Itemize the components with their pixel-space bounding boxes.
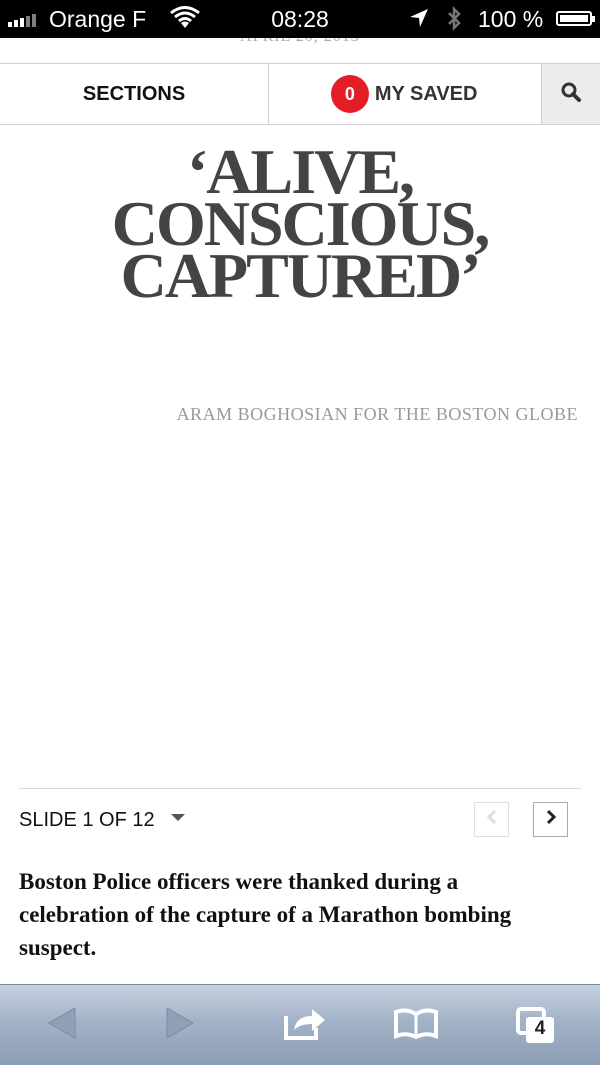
next-slide-button[interactable]	[533, 802, 568, 837]
article-date: APRIL 20, 2013	[0, 38, 600, 46]
bluetooth-icon	[444, 5, 464, 39]
back-button[interactable]	[40, 1005, 84, 1045]
tabs-count: 4	[534, 1018, 546, 1039]
back-arrow-icon	[45, 1005, 79, 1046]
battery-percent: 100 %	[478, 6, 544, 32]
slide-caption: Boston Police officers were thanked duri…	[19, 869, 512, 960]
slide-counter-label: SLIDE 1 OF 12	[19, 809, 155, 831]
sections-label: SECTIONS	[82, 82, 186, 105]
my-saved-label: MY SAVED	[374, 82, 478, 105]
my-saved-button[interactable]: 0 MY SAVED	[269, 64, 541, 124]
previous-slide-button[interactable]	[474, 802, 509, 837]
caret-down-icon	[170, 814, 185, 821]
saved-count-badge: 0	[332, 77, 367, 111]
chevron-right-icon	[545, 809, 557, 830]
browser-toolbar: 4	[0, 984, 600, 1065]
forward-arrow-icon	[163, 1005, 197, 1046]
search-icon	[560, 81, 582, 108]
slide-selector[interactable]: SLIDE 1 OF 12	[19, 809, 185, 832]
search-button[interactable]	[541, 64, 600, 124]
headline-line: CAPTURED’	[120, 240, 482, 311]
bookmarks-button[interactable]	[390, 1005, 442, 1045]
forward-button[interactable]	[158, 1005, 202, 1045]
sections-button[interactable]: SECTIONS	[0, 64, 270, 124]
battery-icon	[556, 11, 595, 26]
tabs-icon: 4	[514, 1005, 556, 1045]
chevron-left-icon	[486, 809, 498, 830]
photo-credit: ARAM BOGHOSIAN FOR THE BOSTON GLOBE	[176, 404, 578, 424]
divider	[19, 788, 581, 789]
location-arrow-icon	[408, 7, 430, 35]
share-icon	[282, 1004, 328, 1047]
slide-headline: ‘ALIVE, CONSCIOUS, CAPTURED’	[0, 140, 600, 311]
tabs-button[interactable]: 4	[512, 1005, 558, 1045]
bookmarks-icon	[392, 1006, 440, 1045]
share-button[interactable]	[280, 1005, 330, 1045]
top-nav: SECTIONS 0 MY SAVED	[0, 63, 600, 125]
status-bar: Orange F 08:28 100 %	[0, 0, 600, 38]
web-page: APRIL 20, 2013 SECTIONS 0 MY SAVED ‘ALIV…	[0, 38, 600, 984]
